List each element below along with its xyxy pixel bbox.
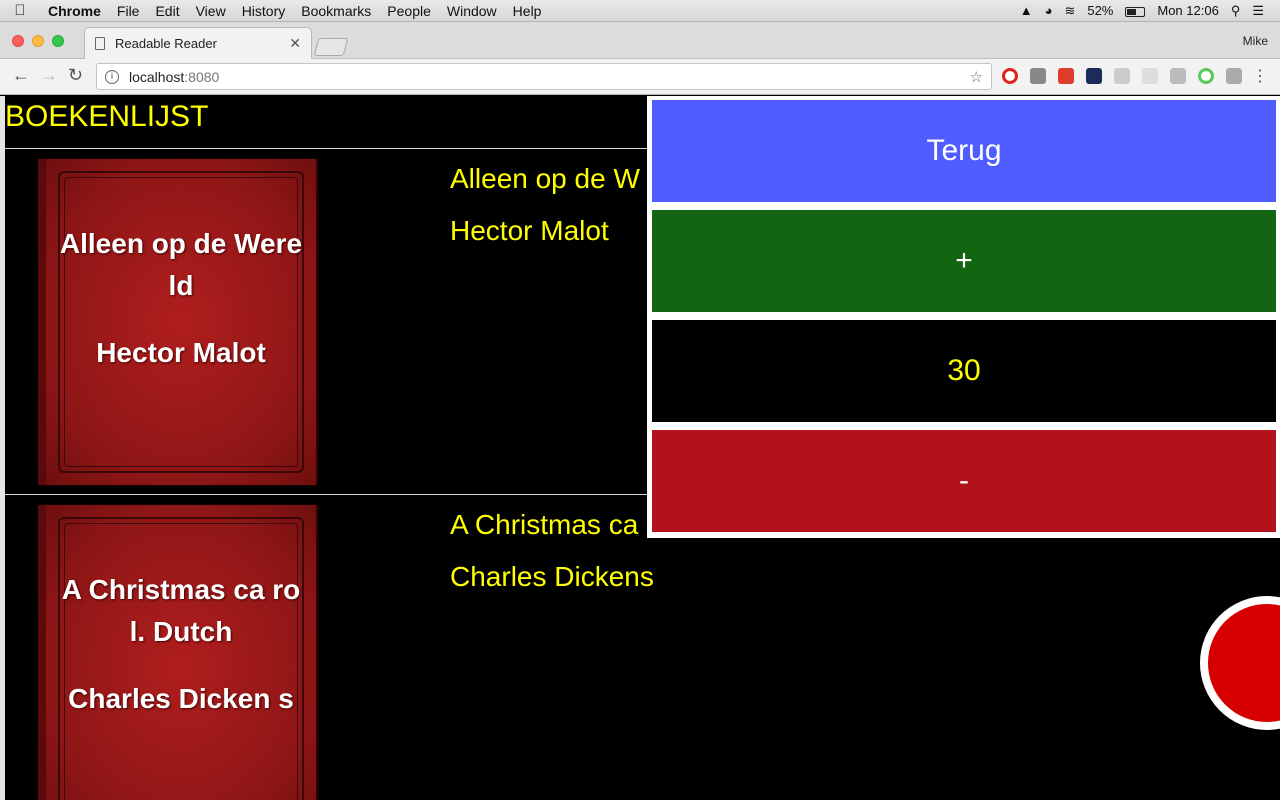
opera-extension-icon[interactable]	[1002, 68, 1018, 84]
extension-icon[interactable]	[1142, 68, 1158, 84]
new-tab-button[interactable]	[313, 38, 349, 56]
extension-icon[interactable]	[1226, 68, 1242, 84]
spotlight-icon[interactable]: ⚲	[1225, 3, 1247, 19]
zoom-window-button[interactable]	[52, 35, 64, 47]
menu-edit[interactable]: Edit	[147, 3, 187, 19]
cover-title: A Christmas ca rol. Dutch	[61, 574, 301, 647]
page-title: BOEKENLIJST	[5, 100, 209, 133]
decrease-button[interactable]: -	[652, 430, 1276, 532]
battery-percent[interactable]: 52%	[1081, 3, 1119, 18]
menu-app-name[interactable]: Chrome	[40, 3, 109, 19]
menu-file[interactable]: File	[109, 3, 148, 19]
macos-menu-bar:  Chrome File Edit View History Bookmark…	[0, 0, 1280, 22]
menu-people[interactable]: People	[379, 3, 439, 19]
forward-arrow-icon[interactable]: →	[40, 65, 58, 86]
drive-icon[interactable]: ▲	[1014, 3, 1039, 18]
url-host: localhost	[129, 68, 185, 85]
close-tab-icon[interactable]: ✕	[289, 35, 301, 52]
book-cover[interactable]: Alleen op de Wereld Hector Malot	[38, 159, 316, 485]
clock[interactable]: Mon 12:06	[1151, 3, 1224, 18]
extension-icon[interactable]	[1198, 68, 1214, 84]
page-icon	[95, 37, 105, 50]
tab-readable-reader[interactable]: Readable Reader ✕	[84, 27, 312, 59]
tab-title: Readable Reader	[115, 36, 217, 51]
apple-icon[interactable]: 	[0, 2, 40, 19]
chrome-menu-icon[interactable]: ⋮	[1252, 66, 1268, 86]
back-button[interactable]: Terug	[652, 100, 1276, 202]
value-display: 30	[652, 320, 1276, 422]
menu-bookmarks[interactable]: Bookmarks	[293, 3, 379, 19]
cover-frame	[58, 517, 304, 800]
cover-frame	[58, 171, 304, 473]
menu-help[interactable]: Help	[505, 3, 550, 19]
book-title[interactable]: Alleen op de W	[450, 163, 640, 195]
book-cover[interactable]: A Christmas ca rol. Dutch Charles Dicken…	[38, 505, 316, 800]
info-icon[interactable]: i	[105, 69, 119, 84]
extension-icon[interactable]	[1030, 68, 1046, 84]
book-author: Hector Malot	[450, 215, 609, 246]
menu-history[interactable]: History	[234, 3, 294, 19]
menu-window[interactable]: Window	[439, 3, 505, 19]
bookmark-star-icon[interactable]: ☆	[970, 68, 983, 86]
profile-name[interactable]: Mike	[1243, 34, 1268, 48]
extension-icon[interactable]	[1170, 68, 1186, 84]
address-bar[interactable]: i localhost:8080 ☆	[96, 63, 992, 90]
back-arrow-icon[interactable]: ←	[12, 65, 30, 86]
extension-icon[interactable]	[1058, 68, 1074, 84]
browser-toolbar: ← → ↻ i localhost:8080 ☆ ⋮	[0, 59, 1280, 95]
notification-center-icon[interactable]: ☰	[1246, 3, 1270, 19]
book-item[interactable]: Alleen op de Wereld Hector Malot Alleen …	[5, 149, 705, 494]
extension-icon[interactable]	[1086, 68, 1102, 84]
book-item[interactable]: A Christmas ca rol. Dutch Charles Dicken…	[5, 495, 705, 800]
book-title[interactable]: A Christmas ca	[450, 509, 638, 541]
close-window-button[interactable]	[12, 35, 24, 47]
battery-icon[interactable]	[1119, 3, 1151, 18]
book-author: Charles Dickens	[450, 561, 654, 592]
reload-icon[interactable]: ↻	[68, 65, 83, 86]
cover-title: Alleen op de Wereld	[59, 228, 303, 301]
time-machine-icon[interactable]: ◕	[1039, 3, 1059, 18]
extension-icon[interactable]	[1114, 68, 1130, 84]
window-controls	[12, 35, 64, 47]
minimize-window-button[interactable]	[32, 35, 44, 47]
status-area: ▲ ◕ ≋ 52% Mon 12:06 ⚲ ☰	[1014, 0, 1280, 22]
menu-view[interactable]: View	[188, 3, 234, 19]
tab-strip: Readable Reader ✕ Mike	[0, 22, 1280, 59]
cover-author: Charles Dicken s	[68, 683, 294, 714]
url-port: :8080	[184, 68, 220, 85]
cover-author: Hector Malot	[96, 337, 266, 368]
wifi-icon[interactable]: ≋	[1058, 3, 1081, 19]
control-panel: Terug + 30 -	[647, 96, 1280, 538]
increase-button[interactable]: +	[652, 210, 1276, 312]
